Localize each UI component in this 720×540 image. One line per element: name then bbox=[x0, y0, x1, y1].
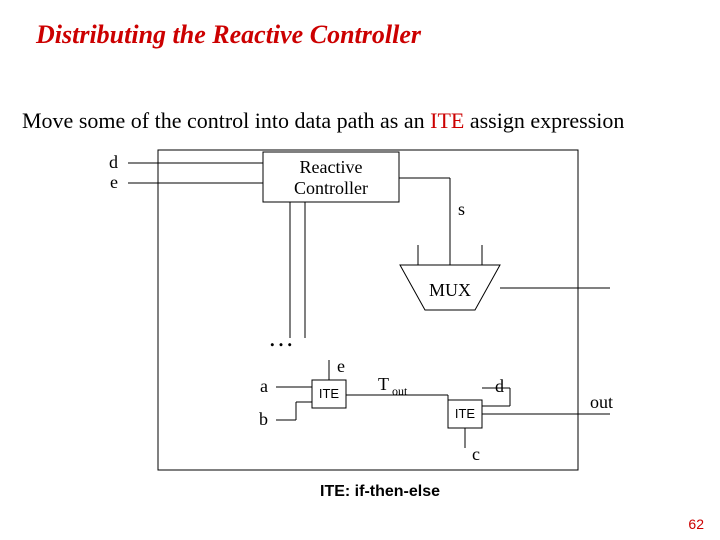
page-number: 62 bbox=[688, 516, 704, 532]
label-e: e bbox=[110, 172, 118, 192]
reactive-label1: Reactive bbox=[300, 157, 363, 177]
reactive-label2: Controller bbox=[294, 178, 368, 198]
diagram: Reactive Controller d e MUX s … ITE a b bbox=[0, 0, 720, 540]
label-c: c bbox=[472, 444, 480, 464]
label-lower-e: e bbox=[337, 356, 345, 376]
caption: ITE: if-then-else bbox=[320, 483, 440, 501]
label-d: d bbox=[109, 152, 118, 172]
label-T: T bbox=[378, 374, 389, 394]
label-out: out bbox=[590, 392, 613, 412]
label-dots: … bbox=[268, 323, 294, 352]
label-a: a bbox=[260, 376, 268, 396]
ite-label-1: ITE bbox=[319, 386, 340, 401]
label-right-d: d bbox=[495, 376, 504, 396]
label-b: b bbox=[259, 409, 268, 429]
ite-label-2: ITE bbox=[455, 406, 476, 421]
mux-label: MUX bbox=[429, 280, 471, 300]
label-T-sub: out bbox=[392, 384, 408, 398]
label-s: s bbox=[458, 199, 465, 219]
